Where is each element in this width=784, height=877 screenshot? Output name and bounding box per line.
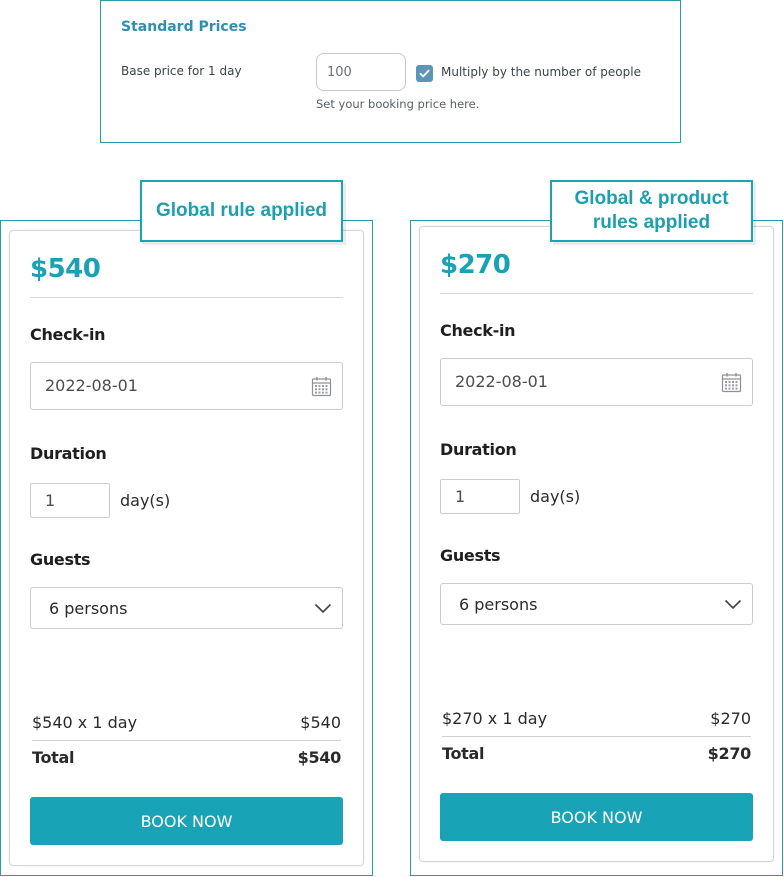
book-now-button[interactable]: BOOK NOW	[30, 797, 343, 845]
checkin-label: Check-in	[30, 325, 106, 344]
guests-value: 6 persons	[49, 599, 128, 618]
duration-input[interactable]: 1	[440, 479, 520, 514]
guests-label: Guests	[30, 550, 91, 569]
book-now-button[interactable]: BOOK NOW	[440, 793, 753, 841]
price-breakdown-row: $540 x 1 day $540	[32, 713, 341, 733]
calendar-icon[interactable]	[311, 376, 332, 397]
divider	[440, 293, 753, 294]
booking-widget-left: $540 Check-in 2022-08-01 Duration 1 day(…	[0, 180, 373, 876]
divider	[32, 740, 341, 741]
base-price-input[interactable]	[316, 53, 406, 91]
total-row: Total $540	[32, 748, 341, 768]
total-row: Total $270	[442, 744, 751, 764]
breakdown-value: $540	[300, 713, 341, 732]
price-amount: $540	[30, 254, 101, 284]
breakdown-value: $270	[710, 709, 751, 728]
check-icon	[419, 69, 430, 78]
guests-label: Guests	[440, 546, 501, 565]
total-value: $270	[707, 744, 752, 763]
chevron-down-icon	[314, 603, 332, 614]
checkin-date-value: 2022-08-01	[455, 372, 548, 391]
price-amount: $270	[440, 250, 511, 280]
duration-label: Duration	[440, 440, 517, 459]
booking-widget-right: $270 Check-in 2022-08-01 Duration 1 day(…	[410, 180, 783, 876]
duration-label: Duration	[30, 444, 107, 463]
divider	[442, 736, 751, 737]
standard-prices-panel: Standard Prices Base price for 1 day Mul…	[100, 0, 681, 143]
calendar-icon[interactable]	[721, 372, 742, 393]
breakdown-label: $270 x 1 day	[442, 709, 548, 728]
multiply-checkbox[interactable]	[416, 65, 433, 82]
breakdown-label: $540 x 1 day	[32, 713, 138, 732]
duration-input[interactable]: 1	[30, 483, 110, 518]
total-value: $540	[297, 748, 342, 767]
base-price-label: Base price for 1 day	[121, 64, 242, 78]
guests-value: 6 persons	[459, 595, 538, 614]
base-price-help-text: Set your booking price here.	[316, 97, 480, 111]
standard-prices-title: Standard Prices	[121, 19, 247, 35]
total-label: Total	[32, 748, 75, 767]
booking-card: $270 Check-in 2022-08-01 Duration 1 day(…	[419, 226, 774, 862]
checkin-label: Check-in	[440, 321, 516, 340]
total-label: Total	[442, 744, 485, 763]
duration-unit: day(s)	[530, 487, 581, 506]
guests-select[interactable]: 6 persons	[30, 587, 343, 629]
duration-unit: day(s)	[120, 491, 171, 510]
chevron-down-icon	[724, 599, 742, 610]
price-breakdown-row: $270 x 1 day $270	[442, 709, 751, 729]
guests-select[interactable]: 6 persons	[440, 583, 753, 625]
checkin-date-value: 2022-08-01	[45, 376, 138, 395]
booking-card: $540 Check-in 2022-08-01 Duration 1 day(…	[9, 230, 364, 866]
checkin-date-input[interactable]: 2022-08-01	[30, 362, 343, 410]
divider	[30, 297, 343, 298]
rule-tag: Global & product rules applied	[550, 180, 753, 242]
checkin-date-input[interactable]: 2022-08-01	[440, 358, 753, 406]
multiply-label: Multiply by the number of people	[441, 65, 641, 79]
rule-tag: Global rule applied	[140, 180, 343, 242]
